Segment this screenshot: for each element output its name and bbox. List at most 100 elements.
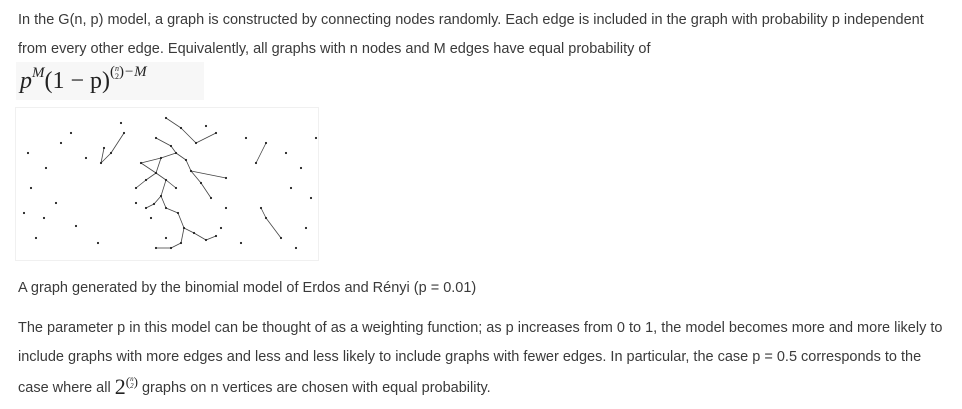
graph-node xyxy=(164,236,168,240)
graph-node xyxy=(154,246,158,250)
graph-edge xyxy=(110,132,125,154)
graph-node xyxy=(174,151,178,155)
graph-edge xyxy=(175,152,187,161)
graph-edge xyxy=(170,145,177,154)
graph-node xyxy=(279,236,283,240)
graph-edge xyxy=(165,179,177,189)
graph-node xyxy=(309,196,313,200)
graph-edge xyxy=(205,235,217,241)
graph-edge xyxy=(155,172,167,181)
graph-edge xyxy=(160,195,167,209)
graph-node xyxy=(182,226,186,230)
graph-node xyxy=(122,131,126,135)
graph-edge xyxy=(155,157,162,174)
graph-edge xyxy=(170,242,182,249)
graph-node xyxy=(134,186,138,190)
parameter-paragraph: The parameter p in this model can be tho… xyxy=(18,314,948,403)
graph-edge xyxy=(145,203,155,209)
graph-node xyxy=(34,236,38,240)
graph-edge xyxy=(160,152,177,159)
graph-node xyxy=(214,131,218,135)
graph-node xyxy=(192,231,196,235)
graph-edge xyxy=(145,172,157,181)
graph-node xyxy=(294,246,298,250)
graph-node xyxy=(209,196,213,200)
formula-binom-bottom: 2 xyxy=(115,71,120,81)
graph-edge xyxy=(155,137,172,147)
graph-node xyxy=(179,126,183,130)
formula-p: p xyxy=(20,68,32,94)
inline-binomial: (n 2) xyxy=(125,374,138,391)
graph-edge xyxy=(165,207,179,214)
graph-edge xyxy=(183,227,195,234)
formula-binomial: (n 2)−M xyxy=(110,63,147,81)
graph-node xyxy=(174,186,178,190)
graph-node xyxy=(159,194,163,198)
graph-node xyxy=(244,136,248,140)
graph-edge xyxy=(200,182,212,199)
graph-node xyxy=(164,178,168,182)
graph-node xyxy=(102,146,106,150)
graph-node xyxy=(199,181,203,185)
graph-edge xyxy=(260,207,267,219)
graph-node xyxy=(169,246,173,250)
graph-node xyxy=(119,121,123,125)
probability-formula: pM(1 − p)(n 2)−M xyxy=(16,62,204,100)
graph-node xyxy=(239,241,243,245)
graph-node xyxy=(152,202,156,206)
graph-node xyxy=(284,151,288,155)
formula-exp-m: M xyxy=(32,65,45,81)
graph-node xyxy=(154,171,158,175)
graph-node xyxy=(144,206,148,210)
graph-node xyxy=(194,141,198,145)
graph-node xyxy=(96,241,100,245)
graph-edge xyxy=(180,127,197,144)
formula-expression: pM(1 − p)(n 2)−M xyxy=(20,64,147,95)
graph-edge xyxy=(165,117,182,129)
formula-middle: (1 − p) xyxy=(44,68,111,94)
graph-edge xyxy=(195,132,217,144)
graph-node xyxy=(164,116,168,120)
paragraph2-after: graphs on n vertices are chosen with equ… xyxy=(141,380,491,396)
graph-node xyxy=(42,216,46,220)
graph-edge xyxy=(160,179,167,197)
graph-node xyxy=(176,211,180,215)
graph-node xyxy=(44,166,48,170)
graph-node xyxy=(169,144,173,148)
graph-node xyxy=(314,136,318,140)
graph-node xyxy=(224,206,228,210)
graph-node xyxy=(254,161,258,165)
graph-node xyxy=(164,206,168,210)
graph-node xyxy=(22,211,26,215)
graph-edge xyxy=(180,227,185,244)
inline-math-base: 2 xyxy=(114,374,126,399)
graph-node xyxy=(154,136,158,140)
graph-edge xyxy=(135,179,147,189)
graph-node xyxy=(59,141,63,145)
formula-minus-m: −M xyxy=(124,64,147,80)
graph-edge xyxy=(255,142,267,164)
graph-edge xyxy=(193,232,207,241)
random-graph-figure xyxy=(16,108,318,260)
graph-edge xyxy=(185,159,192,172)
intro-paragraph: In the G(n, p) model, a graph is constru… xyxy=(18,6,948,64)
figure-caption: A graph generated by the binomial model … xyxy=(18,280,477,296)
graph-node xyxy=(99,161,103,165)
graph-node xyxy=(139,161,143,165)
graph-node xyxy=(264,141,268,145)
graph-edge xyxy=(177,212,185,229)
graph-node xyxy=(26,151,30,155)
inline-binom-bottom: 2 xyxy=(130,382,134,391)
graph-edge xyxy=(140,157,162,164)
graph-node xyxy=(69,131,73,135)
graph-node xyxy=(189,169,193,173)
graph-edge xyxy=(153,195,162,205)
graph-edge xyxy=(265,217,282,239)
graph-node xyxy=(109,151,113,155)
graph-node xyxy=(184,158,188,162)
graph-node xyxy=(159,156,163,160)
graph-node xyxy=(74,224,78,228)
graph-node xyxy=(54,201,58,205)
graph-node xyxy=(149,216,153,220)
graph-node xyxy=(299,166,303,170)
